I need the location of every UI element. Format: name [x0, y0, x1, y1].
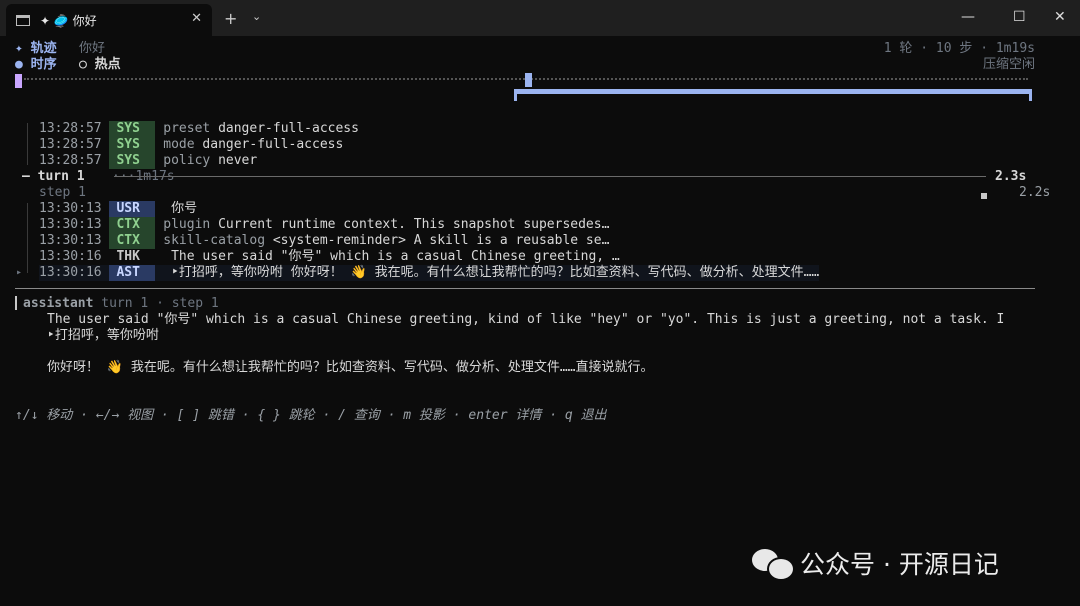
- detail-thinking: The user said "你号" which is a casual Chi…: [47, 312, 1005, 327]
- tree-guide: [27, 203, 28, 273]
- session-stats: 1 轮 · 10 步 · 1m19s: [883, 41, 1035, 56]
- terminal-icon: [16, 14, 30, 26]
- view-hotspot-tab[interactable]: ○ 热点: [79, 57, 121, 73]
- close-window-button[interactable]: ✕: [1054, 9, 1066, 25]
- event-time: 13:30:16: [39, 249, 102, 264]
- event-tag: SYS: [109, 137, 156, 153]
- event-key: preset: [163, 121, 211, 136]
- event-tag: CTX: [109, 233, 156, 249]
- range-handle-left[interactable]: [514, 89, 517, 101]
- watermark: 公众号 · 开源日记: [752, 545, 999, 581]
- event-time: 13:28:57: [39, 137, 102, 152]
- detail-header: assistant turn 1 · step 1: [23, 296, 219, 312]
- detail-summary[interactable]: ‣打招呼，等你吩咐: [47, 328, 159, 344]
- step-duration: 2.2s: [1019, 185, 1051, 200]
- event-tag: AST: [109, 265, 156, 281]
- event-value: <system-reminder> A skill is a reusable …: [265, 233, 610, 248]
- turn-header[interactable]: — turn 1: [22, 169, 85, 185]
- event-key: plugin: [163, 217, 211, 232]
- turn-duration-bar: [114, 176, 986, 177]
- event-value: 你号: [163, 201, 198, 216]
- event-time: 13:30:13: [39, 233, 102, 248]
- list-item[interactable]: 13:30:13 CTX plugin Current runtime cont…: [39, 217, 609, 233]
- range-handle-right[interactable]: [1029, 89, 1032, 101]
- list-item[interactable]: 13:30:13 USR 你号: [39, 201, 197, 217]
- list-item[interactable]: 13:28:57 SYS preset danger-full-access: [39, 121, 359, 137]
- turn-duration: 2.3s: [995, 169, 1027, 184]
- title-bar: ✦ 🥏 你好 ✕ + ⌄ — ☐ ✕: [0, 0, 1080, 36]
- tab-close-icon[interactable]: ✕: [191, 11, 202, 26]
- step-label[interactable]: step 1: [39, 185, 86, 201]
- event-tag: SYS: [109, 153, 156, 169]
- event-key: mode: [163, 137, 195, 152]
- app-name: ✦ 轨迹: [15, 41, 57, 56]
- tree-guide: [27, 123, 28, 165]
- event-time: 13:30:13: [39, 217, 102, 232]
- event-key: policy: [163, 153, 211, 168]
- wechat-icon: [752, 547, 795, 581]
- turn-gap: ···1m17s: [112, 169, 175, 184]
- list-item[interactable]: 13:28:57 SYS policy never: [39, 153, 257, 169]
- timeline-cursor: [15, 74, 22, 88]
- event-value: The user said "你号" which is a casual Chi…: [163, 249, 620, 264]
- step-marker: [981, 193, 987, 199]
- event-value: never: [210, 153, 258, 168]
- event-value: Current runtime context. This snapshot s…: [210, 217, 610, 232]
- detail-separator: [15, 288, 1035, 289]
- event-time: 13:28:57: [39, 153, 102, 168]
- maximize-button[interactable]: ☐: [1013, 9, 1026, 25]
- event-tag: USR: [109, 201, 156, 217]
- watermark-text: 公众号 · 开源日记: [800, 550, 999, 579]
- selection-indicator-icon: ▸: [16, 267, 23, 278]
- detail-meta: turn 1 · step 1: [93, 296, 219, 311]
- timeline-marker[interactable]: [525, 73, 532, 87]
- event-tag: THK: [116, 249, 140, 264]
- event-time: 13:30:16: [39, 265, 102, 280]
- event-tag: CTX: [109, 217, 156, 233]
- event-value: danger-full-access: [194, 137, 344, 152]
- terminal-tab[interactable]: ✦ 🥏 你好 ✕: [6, 4, 212, 36]
- keybinding-hints: ↑/↓ 移动 · ←/→ 视图 · [ ] 跳错 · { } 跳轮 · / 查询…: [15, 408, 607, 423]
- list-item[interactable]: 13:30:13 CTX skill-catalog <system-remin…: [39, 233, 609, 249]
- new-tab-button[interactable]: +: [224, 9, 237, 28]
- turn-label: turn 1: [37, 169, 85, 184]
- list-item[interactable]: 13:30:16 THK The user said "你号" which is…: [39, 249, 620, 265]
- detail-reply: 你好呀！ 👋 我在呢。有什么想让我帮忙的吗？比如查资料、写代码、做分析、处理文件…: [47, 360, 654, 375]
- list-item-selected[interactable]: 13:30:16 AST ‣打招呼，等你吩咐 你好呀！ 👋 我在呢。有什么想让我…: [39, 265, 820, 281]
- event-time: 13:30:13: [39, 201, 102, 216]
- minimize-button[interactable]: —: [961, 9, 975, 25]
- compress-idle-toggle[interactable]: 压缩空闲: [983, 57, 1035, 73]
- tab-title: ✦ 🥏 你好: [40, 13, 97, 28]
- detail-role-bar: [15, 296, 17, 310]
- list-item[interactable]: 13:28:57 SYS mode danger-full-access: [39, 137, 343, 153]
- timeline-selection-range[interactable]: [514, 89, 1032, 94]
- tab-dropdown-icon[interactable]: ⌄: [252, 10, 261, 23]
- event-key: skill-catalog: [163, 233, 266, 248]
- event-value: danger-full-access: [210, 121, 359, 136]
- event-time: 13:28:57: [39, 121, 102, 136]
- event-value: ‣打招呼，等你吩咐 你好呀！ 👋 我在呢。有什么想让我帮忙的吗？比如查资料、写代…: [163, 265, 820, 280]
- view-timeline-tab[interactable]: ● 时序: [15, 57, 57, 73]
- detail-role: assistant: [23, 296, 94, 311]
- session-title: 你好: [79, 41, 106, 56]
- event-tag: SYS: [109, 121, 156, 137]
